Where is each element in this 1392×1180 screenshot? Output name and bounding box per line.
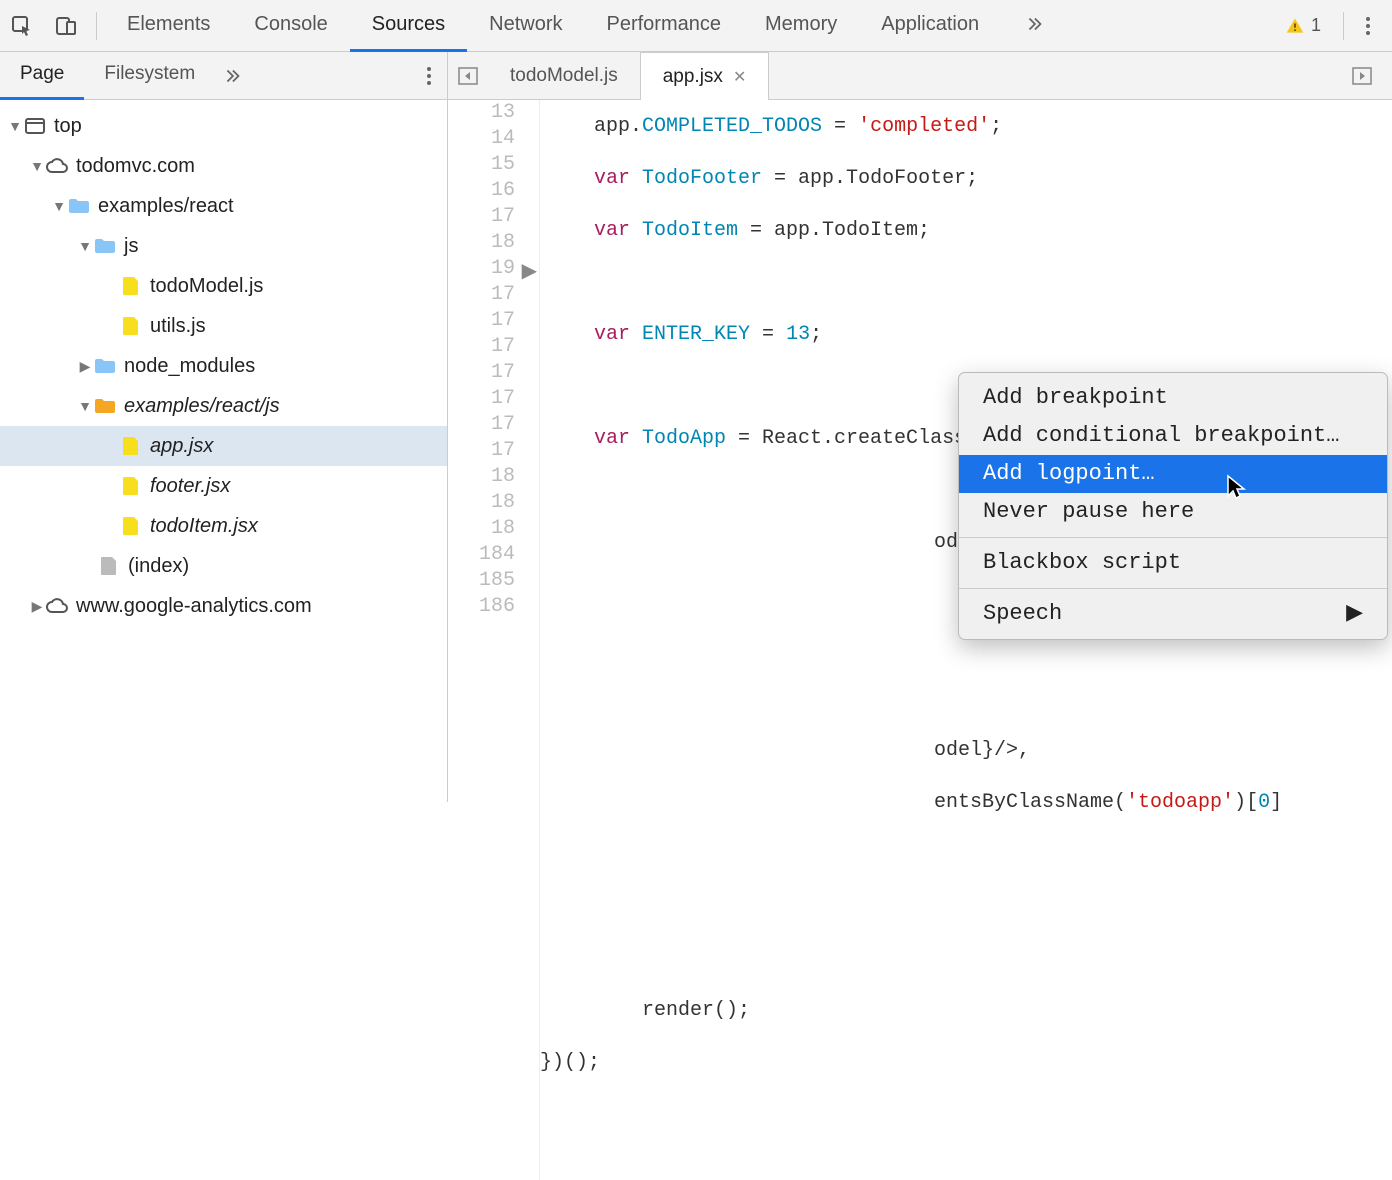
tree-file-index[interactable]: (index) [0, 546, 447, 586]
ctx-never-pause-here[interactable]: Never pause here [959, 493, 1387, 531]
window-icon [22, 118, 48, 134]
main-split: Page Filesystem ▼ top ▼ todomvc.com ▼ [0, 52, 1392, 802]
tree-file-app-jsx[interactable]: app.jsx [0, 426, 447, 466]
tab-network[interactable]: Network [467, 0, 584, 52]
document-icon [96, 556, 122, 576]
warning-count: 1 [1311, 15, 1321, 36]
folder-icon [92, 238, 118, 254]
line-gutter[interactable]: 13 14 15 16 17 18 19▶ 17 17 17 17 17 17 … [448, 100, 540, 1180]
cloud-icon [44, 598, 70, 614]
tree-label: (index) [128, 555, 189, 578]
sidebar-tabs: Page Filesystem [0, 52, 447, 100]
folder-icon [66, 198, 92, 214]
submenu-arrow-icon: ▶ [1346, 601, 1363, 627]
close-icon[interactable]: ✕ [733, 67, 746, 87]
tree-label: js [124, 235, 138, 258]
tree-label: todoItem.jsx [150, 515, 258, 538]
tree-label: examples/react [98, 195, 234, 218]
tree-label: www.google-analytics.com [76, 595, 312, 618]
js-file-icon [118, 476, 144, 496]
ctx-add-conditional-breakpoint[interactable]: Add conditional breakpoint… [959, 417, 1387, 455]
source-folder-icon [92, 398, 118, 414]
js-file-icon [118, 436, 144, 456]
tree-file-todomodel[interactable]: todoModel.js [0, 266, 447, 306]
ctx-add-breakpoint[interactable]: Add breakpoint [959, 379, 1387, 417]
editor-tabs: todoModel.js app.jsx ✕ [448, 52, 1392, 100]
tab-sources[interactable]: Sources [350, 0, 467, 52]
devtools-toolbar: Elements Console Sources Network Perform… [0, 0, 1392, 52]
tree-label: todoModel.js [150, 275, 263, 298]
sidebar-more-chevron-icon[interactable] [221, 65, 243, 87]
nav-back-icon[interactable] [448, 65, 488, 87]
nav-forward-icon[interactable] [1342, 65, 1382, 87]
menu-separator [959, 537, 1387, 538]
editor-tab-label: app.jsx [663, 66, 723, 88]
tree-node-source-folder[interactable]: ▼ examples/react/js [0, 386, 447, 426]
js-file-icon [118, 316, 144, 336]
ctx-speech-submenu[interactable]: Speech▶ [959, 595, 1387, 633]
gutter-context-menu: Add breakpoint Add conditional breakpoin… [958, 372, 1388, 640]
devtools-panel-tabs: Elements Console Sources Network Perform… [105, 0, 1275, 52]
tab-performance[interactable]: Performance [585, 0, 744, 52]
more-tabs-chevron-icon[interactable] [1001, 0, 1067, 52]
code-editor[interactable]: 13 14 15 16 17 18 19▶ 17 17 17 17 17 17 … [448, 100, 1392, 1180]
tree-label: top [54, 115, 82, 138]
ctx-add-logpoint[interactable]: Add logpoint… [959, 455, 1387, 493]
tab-memory[interactable]: Memory [743, 0, 859, 52]
tree-file-utils[interactable]: utils.js [0, 306, 447, 346]
device-mode-icon[interactable] [44, 0, 88, 52]
divider [1343, 12, 1344, 40]
tab-console[interactable]: Console [232, 0, 349, 52]
sources-sidebar: Page Filesystem ▼ top ▼ todomvc.com ▼ [0, 52, 448, 802]
editor-tab-todomodel[interactable]: todoModel.js [488, 52, 640, 100]
sidebar-tab-page[interactable]: Page [0, 52, 84, 100]
file-tree: ▼ top ▼ todomvc.com ▼ examples/react ▼ j… [0, 100, 447, 802]
tree-file-todoitem-jsx[interactable]: todoItem.jsx [0, 506, 447, 546]
tab-elements[interactable]: Elements [105, 0, 232, 52]
js-file-icon [118, 516, 144, 536]
tree-label: utils.js [150, 315, 206, 338]
editor-tab-app-jsx[interactable]: app.jsx ✕ [640, 52, 770, 100]
code-editor-pane: todoModel.js app.jsx ✕ 13 14 15 16 17 18… [448, 52, 1392, 802]
sidebar-kebab-icon[interactable] [425, 64, 433, 88]
editor-tab-label: todoModel.js [510, 65, 618, 87]
divider [96, 12, 97, 40]
fold-arrow-icon[interactable]: ▶ [522, 260, 537, 286]
warning-badge[interactable]: 1 [1275, 15, 1331, 36]
tree-file-footer-jsx[interactable]: footer.jsx [0, 466, 447, 506]
tree-node-top[interactable]: ▼ top [0, 106, 447, 146]
tree-node-domain-ga[interactable]: ▶ www.google-analytics.com [0, 586, 447, 626]
tree-label: footer.jsx [150, 475, 230, 498]
toolbar-right: 1 [1275, 12, 1392, 40]
tree-node-folder[interactable]: ▼ examples/react [0, 186, 447, 226]
folder-icon [92, 358, 118, 374]
tree-label: app.jsx [150, 435, 213, 458]
tree-node-node-modules[interactable]: ▶ node_modules [0, 346, 447, 386]
tab-application[interactable]: Application [859, 0, 1001, 52]
inspect-icon[interactable] [0, 0, 44, 52]
tree-node-folder-js[interactable]: ▼ js [0, 226, 447, 266]
menu-separator [959, 588, 1387, 589]
tree-label: todomvc.com [76, 155, 195, 178]
code-content[interactable]: app.COMPLETED_TODOS = 'completed'; var T… [540, 100, 1392, 1180]
tree-node-domain[interactable]: ▼ todomvc.com [0, 146, 447, 186]
ctx-blackbox-script[interactable]: Blackbox script [959, 544, 1387, 582]
kebab-menu-icon[interactable] [1356, 14, 1380, 38]
tree-label: node_modules [124, 355, 255, 378]
cloud-icon [44, 158, 70, 174]
tree-label: examples/react/js [124, 395, 280, 418]
sidebar-tab-filesystem[interactable]: Filesystem [84, 52, 215, 100]
js-file-icon [118, 276, 144, 296]
